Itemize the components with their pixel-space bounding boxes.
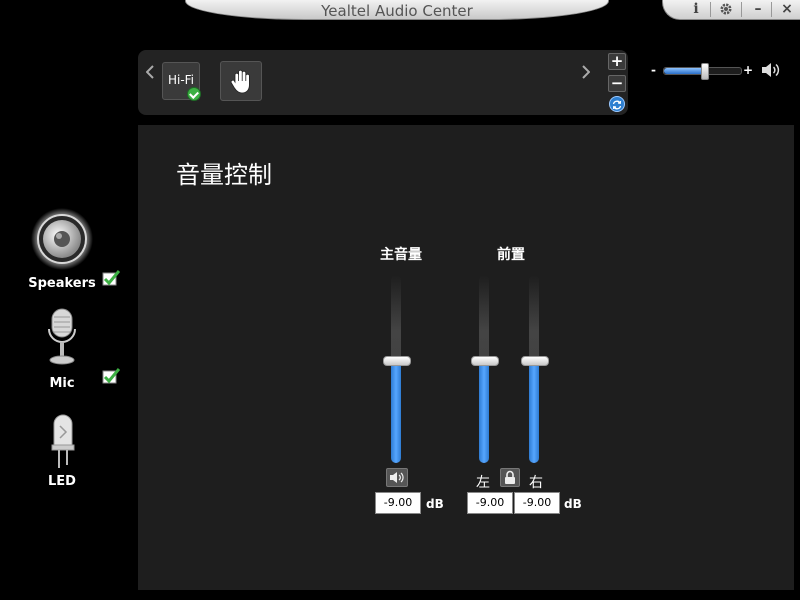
main-panel	[138, 125, 794, 590]
channel-lock-toggle[interactable]	[500, 468, 520, 487]
gear-icon	[720, 3, 732, 15]
title-bar: Yealtel Audio Center	[185, 0, 609, 20]
slider-thumb[interactable]	[383, 355, 411, 366]
separator	[741, 2, 742, 17]
minimize-button[interactable]: –	[745, 0, 771, 19]
front-volume-label: 前置	[497, 247, 525, 263]
sidebar-item-mic[interactable]: Mic	[0, 305, 128, 393]
master-mute-button[interactable]	[760, 61, 782, 83]
master-volume-slider[interactable]	[663, 63, 742, 80]
slider-fill	[479, 359, 489, 463]
check-icon	[102, 270, 120, 286]
close-button[interactable]: ×	[774, 0, 800, 19]
master-mute-toggle[interactable]	[386, 468, 408, 487]
master-volume-label: 主音量	[380, 247, 422, 263]
add-preset-button[interactable]: +	[608, 53, 626, 70]
master-volume-minus[interactable]: -	[651, 63, 656, 77]
right-db-input[interactable]	[514, 492, 560, 514]
sidebar-item-label: LED	[48, 474, 76, 489]
left-db-input[interactable]	[467, 492, 513, 514]
check-icon	[187, 87, 201, 101]
left-channel-label: 左	[476, 475, 490, 491]
master-volume-thumb[interactable]	[701, 63, 710, 80]
check-icon	[102, 368, 120, 384]
window-title: Yealtel Audio Center	[321, 2, 473, 20]
speaker-icon	[390, 472, 404, 483]
separator	[710, 2, 711, 17]
lock-icon	[505, 470, 515, 484]
preset-custom-button[interactable]	[220, 61, 262, 101]
refresh-icon	[612, 100, 622, 110]
master-volume-vertical-slider[interactable]	[383, 275, 411, 463]
separator	[771, 2, 772, 17]
speaker-icon	[31, 208, 93, 270]
slider-fill	[529, 359, 539, 463]
preset-hifi-button[interactable]: Hi-Fi	[162, 62, 201, 101]
right-channel-label: 右	[529, 475, 543, 491]
hand-icon	[230, 69, 250, 94]
slider-thumb[interactable]	[471, 355, 499, 366]
remove-preset-button[interactable]: −	[608, 75, 626, 92]
slider-thumb[interactable]	[521, 355, 549, 366]
reset-button[interactable]	[609, 96, 625, 112]
window-controls: i – ×	[662, 0, 800, 20]
sidebar-item-led[interactable]: LED	[0, 410, 128, 492]
page-title: 音量控制	[176, 161, 272, 189]
master-volume-fill	[664, 68, 705, 74]
chevron-right-icon	[582, 65, 591, 79]
scroll-right-button[interactable]	[582, 65, 591, 83]
db-unit-label: dB	[564, 497, 582, 511]
led-icon	[51, 414, 75, 468]
chevron-left-icon	[145, 65, 154, 79]
scroll-left-button[interactable]	[145, 65, 154, 83]
preset-bar: Hi-Fi + −	[138, 50, 628, 115]
front-left-slider[interactable]	[471, 275, 499, 463]
front-right-slider[interactable]	[521, 275, 549, 463]
master-db-input[interactable]	[375, 492, 421, 514]
microphone-icon	[48, 308, 76, 365]
db-unit-label: dB	[426, 497, 444, 511]
master-volume-plus[interactable]: +	[743, 63, 753, 77]
slider-fill	[391, 359, 401, 463]
info-button[interactable]: i	[683, 0, 709, 19]
sidebar-item-speakers[interactable]: Speakers	[0, 205, 128, 295]
settings-button[interactable]	[713, 0, 739, 19]
preset-label: Hi-Fi	[167, 73, 195, 87]
speaker-volume-icon	[762, 63, 780, 77]
